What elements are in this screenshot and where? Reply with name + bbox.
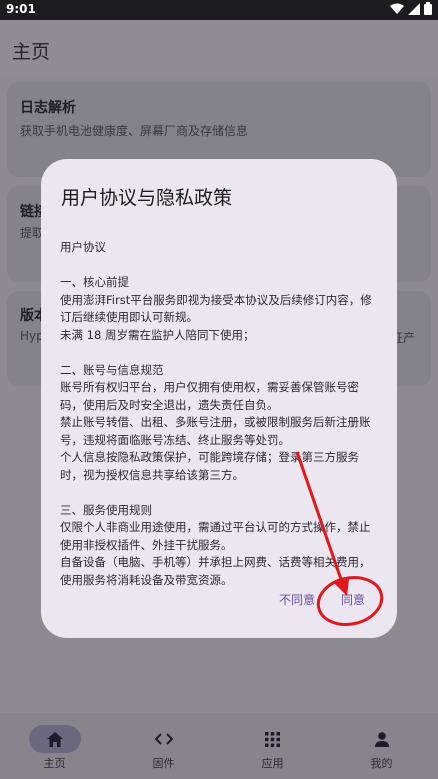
- dialog-body: 用户协议 一、核心前提 使用澎湃First平台服务即视为接受本协议及后续修订内容…: [60, 239, 378, 589]
- status-bar: 9:01: [0, 0, 438, 20]
- bottom-navigation: 主页 固件 应用 我的: [0, 713, 438, 779]
- page-title: 主页: [12, 41, 51, 63]
- status-time: 9:01: [6, 2, 36, 16]
- nav-item-apps[interactable]: 应用: [218, 713, 327, 779]
- section-line: 个人信息按隐私政策保护，可能跨境存储；登录第三方服务时，视为授权信息共享给该第三…: [60, 450, 359, 482]
- dialog-actions: 不同意 同意: [41, 591, 397, 615]
- code-icon: [138, 725, 190, 753]
- section-title: 三、服务使用规则: [60, 502, 152, 517]
- nav-label: 我的: [370, 757, 393, 770]
- agree-button[interactable]: 同意: [341, 591, 365, 608]
- dialog-title: 用户协议与隐私政策: [61, 187, 233, 209]
- section-line: 禁止账号转借、出租、多账号注册，或被限制服务后新注册账号，违规将面临账号冻结、终…: [60, 415, 371, 447]
- home-icon: [28, 725, 81, 753]
- disagree-button[interactable]: 不同意: [279, 591, 315, 608]
- section-line: 使用澎湃First平台服务即视为接受本协议及后续修订内容，修订后继续使用即认可新…: [60, 292, 372, 325]
- nav-label: 主页: [43, 757, 66, 770]
- person-icon: [356, 725, 408, 753]
- wifi-icon: [390, 3, 404, 14]
- nav-item-firmware[interactable]: 固件: [109, 713, 218, 779]
- battery-icon: [424, 2, 432, 15]
- section-line: 未满 18 周岁需在监护人陪同下使用；: [60, 327, 255, 342]
- agreement-heading: 用户协议: [60, 240, 106, 254]
- nav-label: 固件: [152, 757, 175, 770]
- section-line: 自备设备（电脑、手机等）并承担上网费、话费等相关费用，使用服务将消耗设备及带宽资…: [60, 555, 371, 587]
- privacy-policy-dialog: 用户协议与隐私政策 用户协议 一、核心前提 使用澎湃First平台服务即视为接受…: [41, 159, 397, 638]
- section-line: 仅限个人非商业用途使用，需通过平台认可的方式操作，禁止使用非授权插件、外挂干扰服…: [60, 520, 371, 552]
- section-title: 二、账号与信息规范: [60, 362, 164, 377]
- card-subtitle: 获取手机电池健康度、屏幕厂商及存储信息: [20, 124, 249, 138]
- nav-label: 应用: [261, 757, 284, 770]
- app-bar: 主页: [0, 20, 438, 76]
- nav-item-me[interactable]: 我的: [327, 713, 436, 779]
- nav-item-home[interactable]: 主页: [0, 713, 109, 779]
- card-title: 日志解析: [20, 100, 76, 116]
- section-line: 账号所有权归平台，用户仅拥有使用权，需妥善保管账号密码，使用后及时安全退出，遗失…: [60, 380, 359, 412]
- apps-icon: [247, 725, 299, 753]
- section-title: 一、核心前提: [60, 275, 129, 289]
- signal-icon: [408, 2, 420, 15]
- status-icons: [390, 2, 432, 15]
